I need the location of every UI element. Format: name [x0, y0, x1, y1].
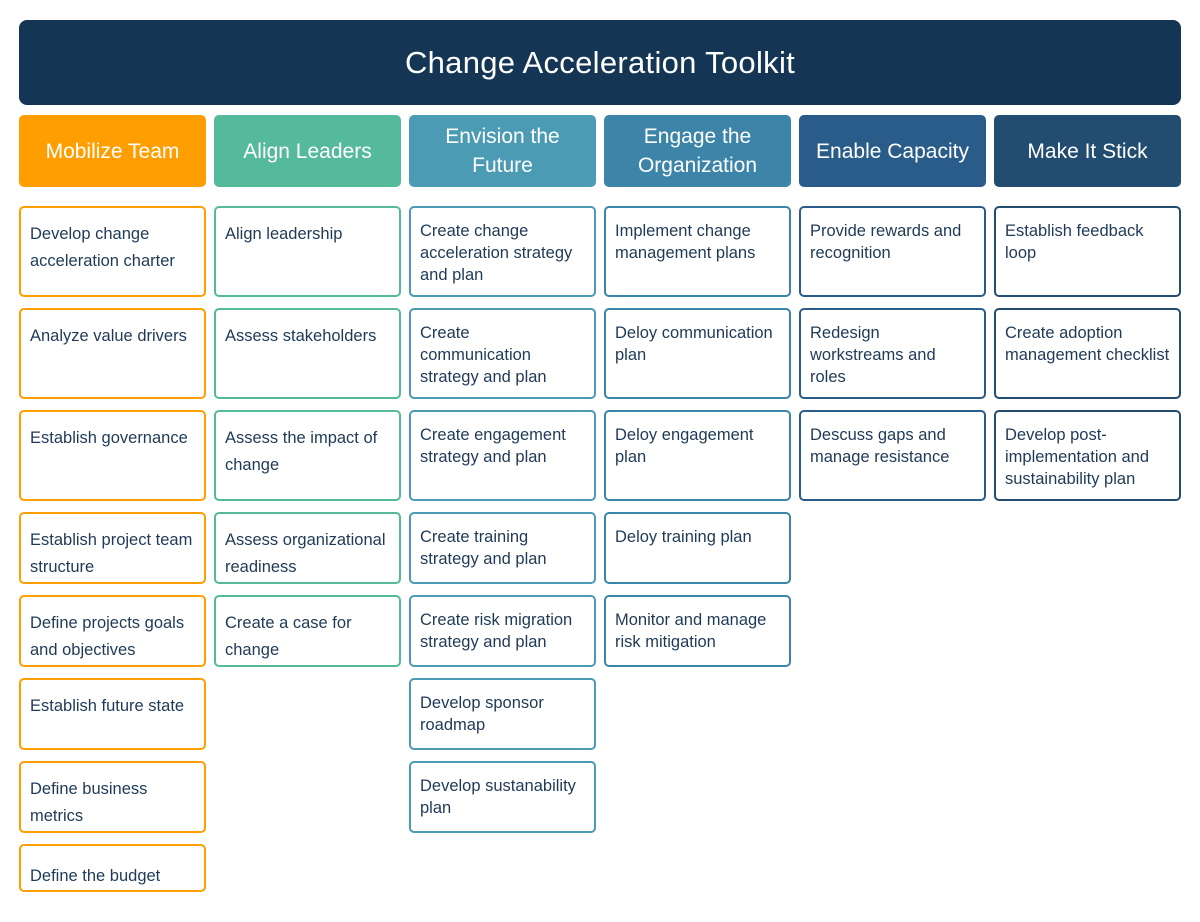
task-card: Establish feedback loop: [994, 206, 1181, 297]
task-label: Define projects goals and objectives: [30, 614, 185, 659]
task-label: Assess organizational readiness: [225, 531, 386, 576]
task-card: Develop sponsor roadmap: [409, 678, 596, 750]
phase-header-enable-capacity: Enable Capacity: [799, 115, 986, 187]
task-label: Create a case for change: [225, 614, 352, 659]
task-label: Establish governance: [30, 429, 188, 447]
task-card: Align leadership: [214, 206, 401, 297]
task-label: Deloy engagement plan: [615, 426, 754, 466]
task-label: Align leadership: [225, 225, 343, 243]
task-card: Implement change management plans: [604, 206, 791, 297]
task-label: Establish future state: [30, 697, 185, 715]
task-card: Develop sustanability plan: [409, 761, 596, 833]
task-card: Create adoption management checklist: [994, 308, 1181, 399]
task-card: Assess organizational readiness: [214, 512, 401, 584]
task-label: Provide rewards and recognition: [810, 222, 962, 262]
task-label: Analyze value drivers: [30, 327, 187, 345]
task-card: Create training strategy and plan: [409, 512, 596, 584]
task-label: Assess stakeholders: [225, 327, 377, 345]
task-card: Create communication strategy and plan: [409, 308, 596, 399]
task-card: Create change acceleration strategy and …: [409, 206, 596, 297]
task-card: Analyze value drivers: [19, 308, 206, 399]
task-card: Create a case for change: [214, 595, 401, 667]
task-card: Assess stakeholders: [214, 308, 401, 399]
task-card: Establish future state: [19, 678, 206, 750]
task-label: Monitor and manage risk mitigation: [615, 611, 767, 651]
task-label: Define the budget: [30, 867, 161, 885]
task-card: Redesign workstreams and roles: [799, 308, 986, 399]
task-label: Develop sponsor roadmap: [420, 694, 544, 734]
phase-header-envision-the-future: Envision the Future: [409, 115, 596, 187]
task-card: Deloy communication plan: [604, 308, 791, 399]
task-card: Establish project team structure: [19, 512, 206, 584]
task-label: Create adoption management checklist: [1005, 324, 1170, 364]
phase-header-engage-the-organization: Engage the Organization: [604, 115, 791, 187]
task-card: Create risk migration strategy and plan: [409, 595, 596, 667]
task-label: Create risk migration strategy and plan: [420, 611, 573, 651]
page-title: Change Acceleration Toolkit: [19, 20, 1181, 105]
task-card: Define projects goals and objectives: [19, 595, 206, 667]
task-card: Define the budget: [19, 844, 206, 892]
task-label: Descuss gaps and manage resistance: [810, 426, 950, 466]
task-label: Develop sustanability plan: [420, 777, 576, 817]
phase-header-align-leaders: Align Leaders: [214, 115, 401, 187]
task-card: Establish governance: [19, 410, 206, 501]
task-label: Implement change management plans: [615, 222, 756, 262]
task-card: Develop change acceleration charter: [19, 206, 206, 297]
task-label: Assess the impact of change: [225, 429, 378, 474]
task-card: Develop post-implementation and sustaina…: [994, 410, 1181, 501]
task-label: Create engagement strategy and plan: [420, 426, 566, 466]
task-card: Deloy training plan: [604, 512, 791, 584]
task-label: Define business metrics: [30, 780, 148, 825]
task-label: Create change acceleration strategy and …: [420, 222, 573, 284]
task-label: Develop post-implementation and sustaina…: [1005, 426, 1150, 488]
task-label: Redesign workstreams and roles: [810, 324, 936, 386]
task-label: Deloy communication plan: [615, 324, 773, 364]
task-label: Create communication strategy and plan: [420, 324, 547, 386]
task-card: Define business metrics: [19, 761, 206, 833]
phase-header-mobilize-team: Mobilize Team: [19, 115, 206, 187]
task-label: Deloy training plan: [615, 528, 752, 546]
task-card: Monitor and manage risk mitigation: [604, 595, 791, 667]
task-card: Provide rewards and recognition: [799, 206, 986, 297]
task-label: Establish project team structure: [30, 531, 193, 576]
task-label: Establish feedback loop: [1005, 222, 1144, 262]
task-card: Create engagement strategy and plan: [409, 410, 596, 501]
phase-header-make-it-stick: Make It Stick: [994, 115, 1181, 187]
task-card: Descuss gaps and manage resistance: [799, 410, 986, 501]
task-card: Deloy engagement plan: [604, 410, 791, 501]
task-card: Assess the impact of change: [214, 410, 401, 501]
task-label: Develop change acceleration charter: [30, 225, 175, 270]
task-label: Create training strategy and plan: [420, 528, 547, 568]
